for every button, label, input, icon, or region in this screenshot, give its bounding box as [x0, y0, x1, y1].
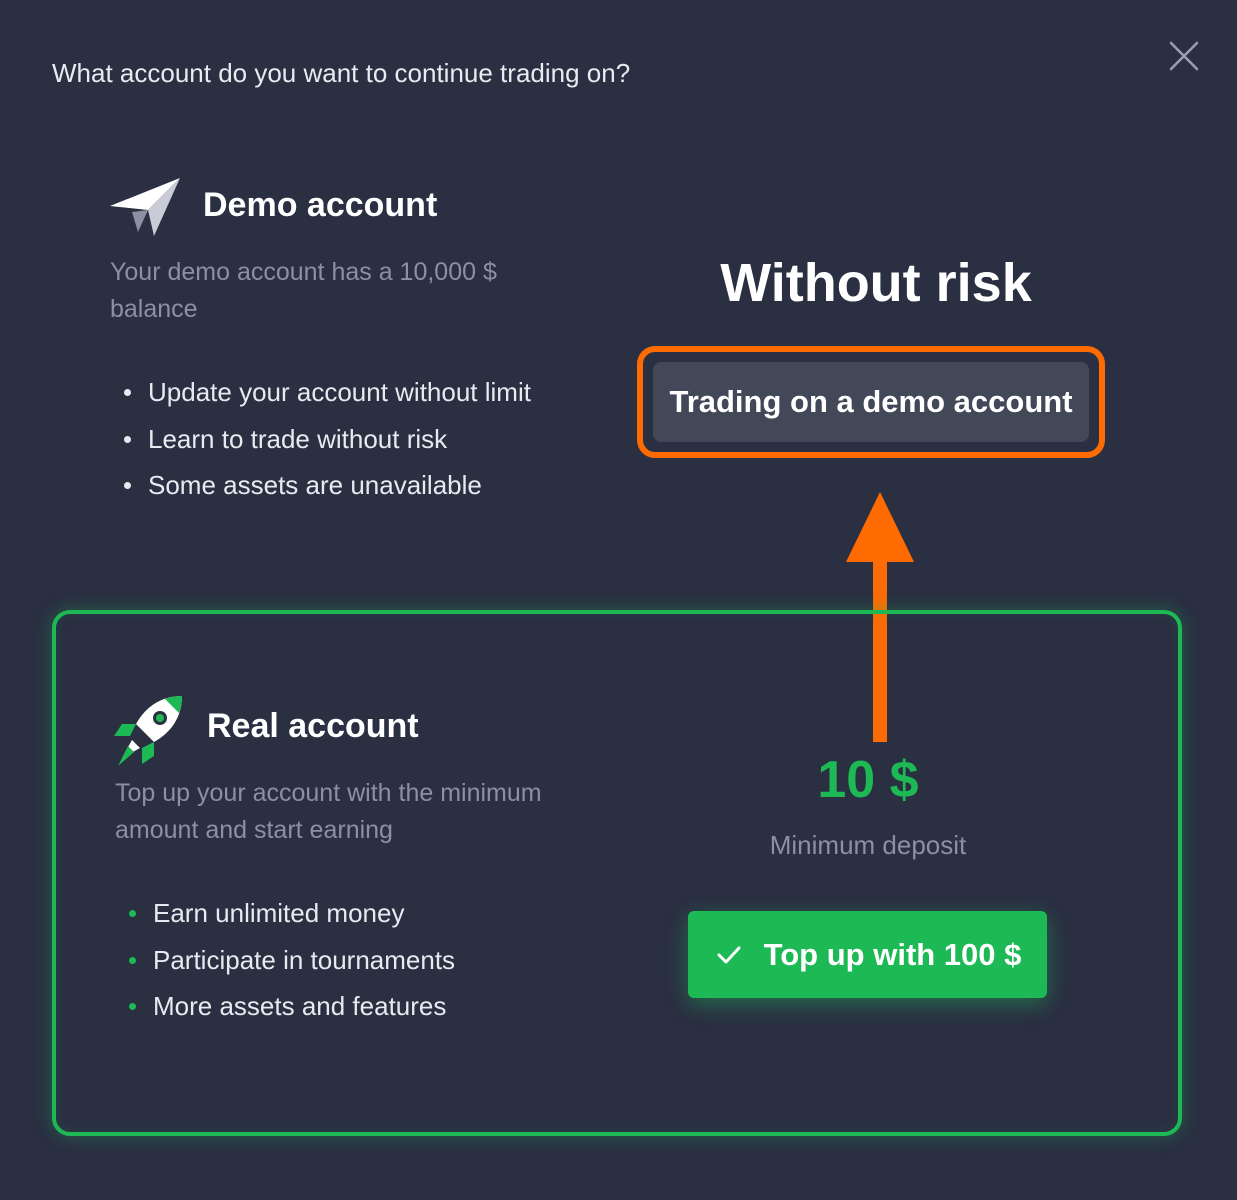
minimum-deposit-label: Minimum deposit [769, 830, 967, 860]
real-feature-list: Earn unlimited money Participate in tour… [115, 890, 455, 1030]
demo-account-description: Your demo account has a 10,000 $ balance [110, 258, 497, 323]
rocket-icon [110, 690, 190, 770]
top-up-button[interactable]: Top up with 100 $ [688, 911, 1047, 998]
demo-account-title: Demo account [203, 186, 438, 224]
close-icon [1169, 41, 1199, 71]
list-item: Learn to trade without risk [110, 416, 531, 463]
top-up-button-label: Top up with 100 $ [763, 936, 1022, 972]
demo-button-highlight: Trading on a demo account [637, 346, 1105, 458]
paper-plane-icon [108, 176, 182, 240]
close-button[interactable] [1164, 36, 1204, 76]
list-item: Some assets are unavailable [110, 462, 531, 509]
list-item: More assets and features [115, 983, 455, 1030]
check-icon [717, 946, 741, 963]
list-item: Participate in tournaments [115, 937, 455, 984]
trading-demo-account-button[interactable]: Trading on a demo account [653, 362, 1089, 442]
real-account-title: Real account [207, 707, 419, 745]
without-risk-heading: Without risk [720, 253, 1032, 313]
minimum-deposit-amount: 10 $ [817, 751, 919, 809]
list-item: Update your account without limit [110, 369, 531, 416]
demo-feature-list: Update your account without limit Learn … [110, 369, 531, 509]
dialog-question: What account do you want to continue tra… [52, 58, 631, 88]
real-account-description: Top up your account with the minimum amo… [115, 779, 542, 844]
real-account-panel [52, 610, 1182, 1136]
list-item: Earn unlimited money [115, 890, 455, 937]
